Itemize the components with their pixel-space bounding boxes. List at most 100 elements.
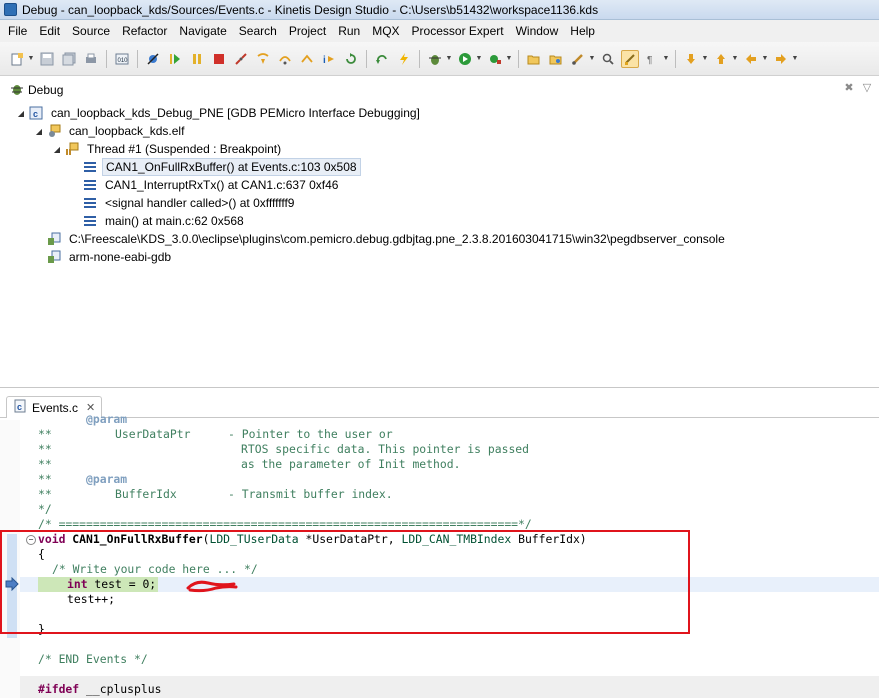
svg-text:i: i bbox=[323, 55, 326, 66]
tab-debug[interactable]: Debug bbox=[4, 80, 69, 100]
code-token: ** bbox=[38, 427, 52, 441]
instruction-stepping-icon[interactable]: i bbox=[320, 50, 338, 68]
save-icon[interactable] bbox=[38, 50, 56, 68]
resume-icon[interactable] bbox=[166, 50, 184, 68]
menu-source[interactable]: Source bbox=[66, 20, 116, 42]
code-line-function-signature: void CAN1_OnFullRxBuffer(LDD_TUserData *… bbox=[38, 532, 587, 547]
collapse-arrow-icon[interactable]: ◢ bbox=[52, 144, 62, 154]
tree-row-gdb[interactable]: arm-none-eabi-gdb bbox=[0, 248, 879, 266]
code-token: ** bbox=[38, 442, 52, 456]
run-dropdown-icon[interactable]: ▼ bbox=[476, 50, 483, 68]
prev-annotation-dropdown-icon[interactable]: ▼ bbox=[732, 50, 739, 68]
disconnect-icon[interactable] bbox=[232, 50, 250, 68]
refresh-icon[interactable] bbox=[373, 50, 391, 68]
open-type-icon[interactable] bbox=[547, 50, 565, 68]
external-tools-dropdown-icon[interactable]: ▼ bbox=[506, 50, 513, 68]
code-token: *UserDataPtr, bbox=[298, 532, 402, 546]
code-line: test++; bbox=[67, 592, 116, 606]
forward-icon[interactable] bbox=[772, 50, 790, 68]
editor-tab-strip: c Events.c ✕ bbox=[0, 394, 879, 418]
code-token: @param bbox=[86, 472, 128, 486]
code-line: /* =====================================… bbox=[38, 517, 532, 531]
save-all-icon[interactable] bbox=[60, 50, 78, 68]
menu-edit[interactable]: Edit bbox=[33, 20, 66, 42]
code-line: ** BufferIdx - Transmit buffer index. bbox=[38, 487, 393, 502]
next-annotation-dropdown-icon[interactable]: ▼ bbox=[702, 50, 709, 68]
code-token: LDD_CAN_TMBIndex bbox=[401, 532, 512, 546]
forward-dropdown-icon[interactable]: ▼ bbox=[792, 50, 799, 68]
c-file-icon: c bbox=[13, 399, 27, 416]
menu-window[interactable]: Window bbox=[510, 20, 565, 42]
code-token: __cplusplus bbox=[79, 682, 162, 696]
whitespace-dropdown-icon[interactable]: ▼ bbox=[663, 50, 670, 68]
gdb-label: arm-none-eabi-gdb bbox=[69, 250, 172, 264]
debug-bug-icon[interactable] bbox=[426, 50, 444, 68]
main-toolbar: ▼ 010 i ▼ ▼ ▼ ▼ ¶ ▼ ▼ ▼ ▼ ▼ bbox=[0, 42, 879, 76]
stack-frame-icon bbox=[83, 196, 97, 210]
binary-view-icon[interactable]: 010 bbox=[113, 50, 131, 68]
code-line: */ bbox=[38, 502, 52, 516]
menu-run[interactable]: Run bbox=[332, 20, 366, 42]
tree-row-frame[interactable]: CAN1_InterruptRxTx() at CAN1.c:637 0xf46 bbox=[0, 176, 879, 194]
menu-help[interactable]: Help bbox=[564, 20, 601, 42]
code-token: - Pointer to the user or bbox=[228, 427, 393, 441]
tree-row-frame[interactable]: <signal handler called>() at 0xfffffff9 bbox=[0, 194, 879, 212]
collapse-arrow-icon[interactable]: ◢ bbox=[16, 108, 26, 118]
tab-debug-label: Debug bbox=[28, 83, 64, 97]
menu-mqx[interactable]: MQX bbox=[366, 20, 405, 42]
code-line: ** as the parameter of Init method. bbox=[38, 457, 460, 472]
new-icon[interactable] bbox=[8, 50, 26, 68]
print-icon[interactable] bbox=[82, 50, 100, 68]
svg-text:¶: ¶ bbox=[647, 55, 652, 66]
tree-row-launch[interactable]: ◢ c can_loopback_kds_Debug_PNE [GDB PEMi… bbox=[0, 104, 879, 122]
tree-row-elf[interactable]: ◢ can_loopback_kds.elf bbox=[0, 122, 879, 140]
search-icon[interactable] bbox=[599, 50, 617, 68]
external-tools-icon[interactable] bbox=[486, 50, 504, 68]
code-editor[interactable]: @param ** UserDataPtr - Pointer to the use… bbox=[0, 412, 879, 698]
c-launch-icon: c bbox=[29, 106, 43, 120]
reset-icon[interactable] bbox=[342, 50, 360, 68]
tree-row-frame[interactable]: main() at main.c:62 0x568 bbox=[0, 212, 879, 230]
thread-label: Thread #1 (Suspended : Breakpoint) bbox=[87, 142, 282, 156]
collapse-arrow-icon[interactable]: ◢ bbox=[34, 126, 44, 136]
code-line: ** RTOS specific data. This pointer is pa… bbox=[38, 442, 529, 457]
tree-row-server[interactable]: C:\Freescale\KDS_3.0.0\eclipse\plugins\c… bbox=[0, 230, 879, 248]
skip-breakpoints-icon[interactable] bbox=[144, 50, 162, 68]
code-token: ** bbox=[38, 487, 52, 501]
prev-annotation-icon[interactable] bbox=[712, 50, 730, 68]
open-folder-icon[interactable] bbox=[525, 50, 543, 68]
menu-search[interactable]: Search bbox=[233, 20, 283, 42]
brush-icon[interactable] bbox=[569, 50, 587, 68]
terminate-icon[interactable] bbox=[210, 50, 228, 68]
tree-row-frame[interactable]: CAN1_OnFullRxBuffer() at Events.c:103 0x… bbox=[0, 158, 879, 176]
back-dropdown-icon[interactable]: ▼ bbox=[762, 50, 769, 68]
code-token: BufferIdx bbox=[115, 487, 177, 501]
show-whitespace-icon[interactable]: ¶ bbox=[643, 50, 661, 68]
svg-text:010: 010 bbox=[118, 58, 129, 64]
new-dropdown-icon[interactable]: ▼ bbox=[28, 50, 35, 68]
fold-collapse-icon[interactable]: − bbox=[26, 535, 36, 545]
menu-navigate[interactable]: Navigate bbox=[173, 20, 232, 42]
back-icon[interactable] bbox=[742, 50, 760, 68]
stack-frame-icon bbox=[83, 178, 97, 192]
debug-dropdown-icon[interactable]: ▼ bbox=[446, 50, 453, 68]
menu-project[interactable]: Project bbox=[283, 20, 332, 42]
step-over-icon[interactable] bbox=[276, 50, 294, 68]
remove-terminated-icon[interactable]: ✖ bbox=[843, 82, 855, 94]
menu-processor-expert[interactable]: Processor Expert bbox=[406, 20, 510, 42]
mark-occurrences-icon[interactable] bbox=[621, 49, 639, 68]
suspend-icon[interactable] bbox=[188, 50, 206, 68]
code-token: RTOS specific data. This pointer is pass… bbox=[241, 442, 530, 456]
menu-file[interactable]: File bbox=[2, 20, 33, 42]
next-annotation-icon[interactable] bbox=[682, 50, 700, 68]
code-token: #ifdef bbox=[38, 682, 80, 696]
flash-icon[interactable] bbox=[395, 50, 413, 68]
step-into-icon[interactable] bbox=[254, 50, 272, 68]
run-icon[interactable] bbox=[456, 50, 474, 68]
brush-dropdown-icon[interactable]: ▼ bbox=[589, 50, 596, 68]
view-menu-icon[interactable]: ▽ bbox=[861, 82, 873, 94]
menu-refactor[interactable]: Refactor bbox=[116, 20, 173, 42]
step-return-icon[interactable] bbox=[298, 50, 316, 68]
tree-row-thread[interactable]: ◢ Thread #1 (Suspended : Breakpoint) bbox=[0, 140, 879, 158]
code-token: void bbox=[38, 532, 66, 546]
